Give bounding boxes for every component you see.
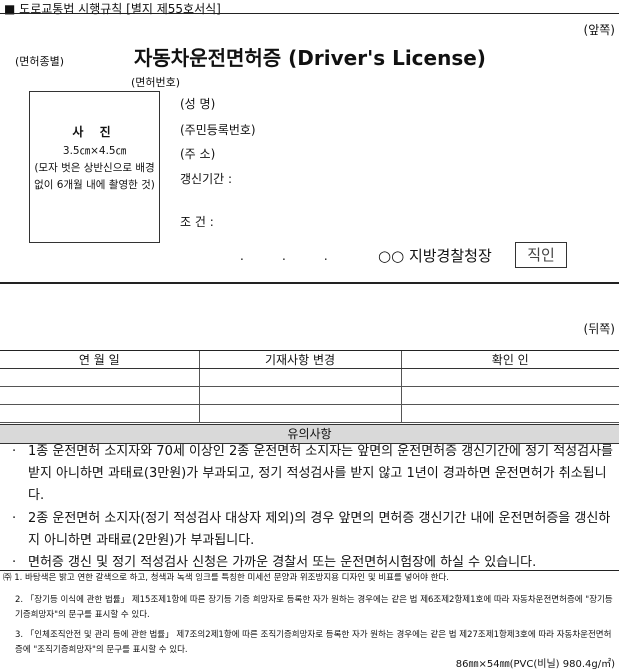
- column-date: 연 월 일: [0, 351, 199, 369]
- address-field: (주 소): [180, 147, 216, 161]
- footnote-2: 2. 「장기등 이식에 관한 법률」 제15조제1항에 따른 장기등 기증 희망…: [15, 595, 613, 620]
- footnote-3: 3. 「인체조직안전 및 관리 등에 관한 법률」 제7조의2제1항에 따른 조…: [15, 630, 612, 655]
- table-cell: [400, 404, 619, 423]
- back-side-label: (뒤쪽): [583, 322, 615, 336]
- resident-number-field: (주민등록번호): [180, 123, 256, 137]
- table-cell: [198, 404, 401, 423]
- footnote-1: ㈜ 1. 바탕색은 밝고 연한 갈색으로 하고, 청색과 녹색 잉크를 특칭한 …: [3, 573, 450, 583]
- license-number-label: (면허번호): [131, 76, 181, 89]
- table-row: [0, 404, 619, 423]
- table-cell: [198, 386, 401, 405]
- table-cell: [0, 386, 199, 405]
- table-row: [0, 386, 619, 405]
- table-cell: [400, 386, 619, 405]
- renewal-period-field: 갱신기간 :: [180, 172, 233, 186]
- column-confirm: 확인 인: [400, 351, 619, 369]
- caution-text: 2종 운전면허 소지자(정기 적성검사 대상자 제외)의 경우 앞면의 면허증 …: [28, 511, 611, 548]
- photo-size: 3.5㎝×4.5㎝: [62, 145, 127, 157]
- front-side-label: (앞쪽): [583, 23, 615, 37]
- table-cell: [198, 368, 401, 387]
- condition-field: 조 건 :: [180, 215, 214, 229]
- column-change: 기재사항 변경: [198, 351, 401, 369]
- bullet-icon: ·: [12, 444, 17, 459]
- bullet-icon: ·: [12, 511, 17, 526]
- table-cell: [0, 368, 199, 387]
- photo-description: (모자 벗은 상반신으로 배경 없이 6개월 내에 촬영한 것): [34, 162, 155, 191]
- issuer-name: ○○ 지방경찰청장: [378, 247, 492, 265]
- caution-text: 1종 운전면허 소지자와 70세 이상인 2종 운전면허 소지자는 앞면의 운전…: [28, 444, 613, 503]
- caution-item: · 2종 운전면허 소지자(정기 적성검사 대상자 제외)의 경우 앞면의 면허…: [12, 508, 615, 552]
- photo-title: 사 진: [72, 125, 117, 139]
- official-seal: 직인: [515, 242, 567, 268]
- form-reference: ■ 도로교통법 시행규칙 [별지 제55호서식]: [4, 0, 221, 17]
- name-field: (성 명): [180, 97, 216, 111]
- header-rule: [0, 13, 619, 14]
- record-table-header: 연 월 일 기재사항 변경 확인 인: [0, 351, 619, 369]
- photo-box: 사 진 3.5㎝×4.5㎝ (모자 벗은 상반신으로 배경 없이 6개월 내에 …: [29, 91, 160, 243]
- license-type-label: (면허종별): [15, 55, 65, 68]
- table-row: [0, 368, 619, 387]
- caution-item: · 1종 운전면허 소지자와 70세 이상인 2종 운전면허 소지자는 앞면의 …: [12, 441, 615, 507]
- issue-date: . . .: [240, 249, 328, 263]
- section-divider: [0, 282, 619, 284]
- table-cell: [400, 368, 619, 387]
- license-title: 자동차운전면허증 (Driver's License): [134, 46, 486, 70]
- table-cell: [0, 404, 199, 423]
- record-table: 연 월 일 기재사항 변경 확인 인: [0, 351, 619, 423]
